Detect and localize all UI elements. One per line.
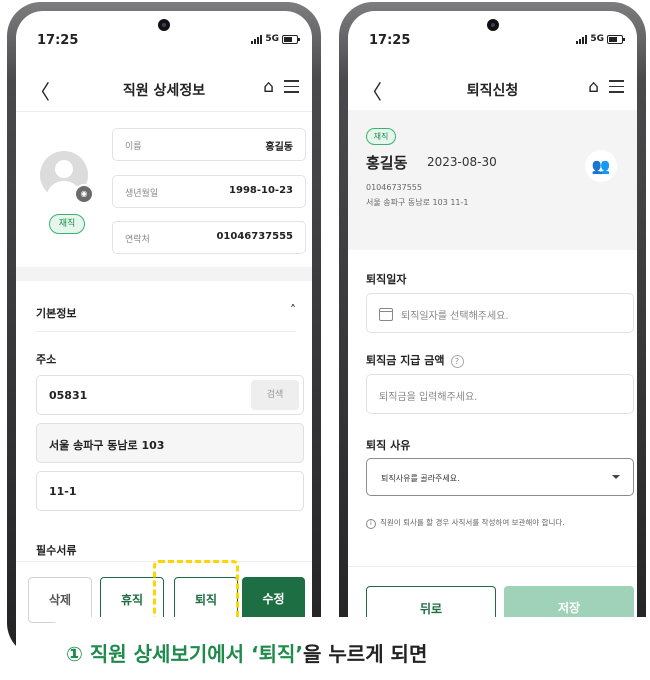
people-emoji-icon: 👥 [585, 150, 617, 182]
caption-prefix: ① 직원 상세보기에서 [66, 642, 252, 666]
signal-icon [576, 34, 588, 44]
status-badge: 재직 [49, 214, 85, 234]
basic-info-heading: 기본정보 [36, 307, 77, 320]
info-value: 01046737555 [216, 231, 293, 242]
info-name-row: 이름 홍길동 [112, 128, 306, 161]
employee-summary-card: 재직 홍길동 2023-08-30 01046737555 서울 송파구 동남로… [348, 110, 637, 250]
severance-pay-label: 퇴직금 지급 금액? [366, 352, 464, 368]
battery-icon [607, 34, 625, 44]
info-label: 생년월일 [125, 189, 159, 199]
resign-notice-text: 직원이 퇴사를 할 경우 사직서를 작성하여 보관해야 합니다. [380, 518, 565, 527]
severance-pay-input[interactable]: 퇴직금을 입력해주세요. [366, 374, 634, 414]
phone-frame-employee-detail: 17:25 5G 〈 직원 상세정보 ⌂ ◉ 재직 이름 홍길동 생년월일 19… [7, 2, 321, 657]
home-icon[interactable]: ⌂ [263, 77, 274, 97]
help-icon[interactable]: ? [450, 354, 464, 368]
front-camera [158, 19, 170, 31]
front-camera [486, 19, 499, 31]
status-time: 17:25 [37, 33, 79, 48]
app-bar: 〈 퇴직신청 ⌂ [348, 66, 637, 110]
hamburger-menu-icon[interactable] [609, 80, 624, 97]
retire-date-input[interactable]: 퇴직일자를 선택해주세요. [366, 293, 634, 333]
hamburger-menu-icon[interactable] [284, 80, 299, 97]
battery-icon [282, 34, 300, 44]
calendar-icon [379, 308, 393, 321]
required-docs-heading: 필수서류 [36, 544, 77, 557]
status-icons: 5G [576, 34, 625, 44]
section-divider [36, 331, 296, 332]
info-value: 1998-10-23 [229, 185, 293, 196]
resign-reason-label: 퇴직 사유 [366, 439, 411, 452]
caption-highlight: ‘퇴직’ [251, 642, 304, 666]
appbar-divider [16, 111, 312, 112]
retire-date-label: 퇴직일자 [366, 273, 407, 286]
network-label: 5G [590, 34, 604, 44]
info-label: 이름 [125, 142, 142, 152]
info-label: 연락처 [125, 235, 150, 245]
employee-phone: 01046737555 [366, 183, 422, 192]
status-time: 17:25 [369, 33, 411, 48]
status-icons: 5G [251, 34, 300, 44]
info-icon: i [366, 519, 376, 529]
home-icon[interactable]: ⌂ [588, 77, 599, 97]
status-badge: 재직 [366, 128, 396, 145]
postcode-value: 05831 [49, 389, 88, 402]
section-separator [16, 267, 312, 281]
employee-address: 서울 송파구 동남로 103 11-1 [366, 198, 469, 207]
address-search-button[interactable]: 검색 [251, 380, 299, 410]
phone-frame-resign-request: 17:25 5G 〈 퇴직신청 ⌂ 재직 홍길동 2023-08-30 0104… [339, 2, 646, 657]
postcode-field[interactable]: 05831 검색 [36, 375, 304, 415]
resign-reason-placeholder: 퇴직사유를 골라주세요. [381, 474, 460, 483]
caption-text: ① 직원 상세보기에서 ‘퇴직’을 누르게 되면 [66, 638, 427, 667]
camera-icon[interactable]: ◉ [74, 184, 94, 204]
caption-panel: ① 직원 상세보기에서 ‘퇴직’을 누르게 되면 [49, 617, 650, 680]
employee-name: 홍길동 [366, 154, 408, 172]
employee-join-date: 2023-08-30 [427, 155, 497, 169]
app-bar: 〈 직원 상세정보 ⌂ [16, 66, 312, 110]
chevron-up-icon[interactable]: ˄ [290, 303, 296, 317]
address-line1-field[interactable]: 서울 송파구 동남로 103 [36, 423, 304, 463]
chevron-down-icon [612, 475, 620, 479]
info-value: 홍길동 [265, 142, 293, 153]
caption-suffix: 을 누르게 되면 [303, 642, 428, 666]
info-birth-row: 생년월일 1998-10-23 [112, 175, 306, 208]
address-label: 주소 [36, 353, 57, 366]
address-line2-field[interactable]: 11-1 [36, 471, 304, 511]
resign-reason-select[interactable]: 퇴직사유를 골라주세요. [366, 458, 634, 496]
resign-request-screen: 17:25 5G 〈 퇴직신청 ⌂ 재직 홍길동 2023-08-30 0104… [348, 11, 637, 657]
signal-icon [251, 34, 263, 44]
resign-notice: i 직원이 퇴사를 할 경우 사직서를 작성하여 보관해야 합니다. [366, 517, 565, 529]
network-label: 5G [265, 34, 279, 44]
severance-pay-label-text: 퇴직금 지급 금액 [366, 354, 445, 367]
info-phone-row: 연락처 01046737555 [112, 221, 306, 254]
retire-date-placeholder: 퇴직일자를 선택해주세요. [401, 311, 509, 322]
